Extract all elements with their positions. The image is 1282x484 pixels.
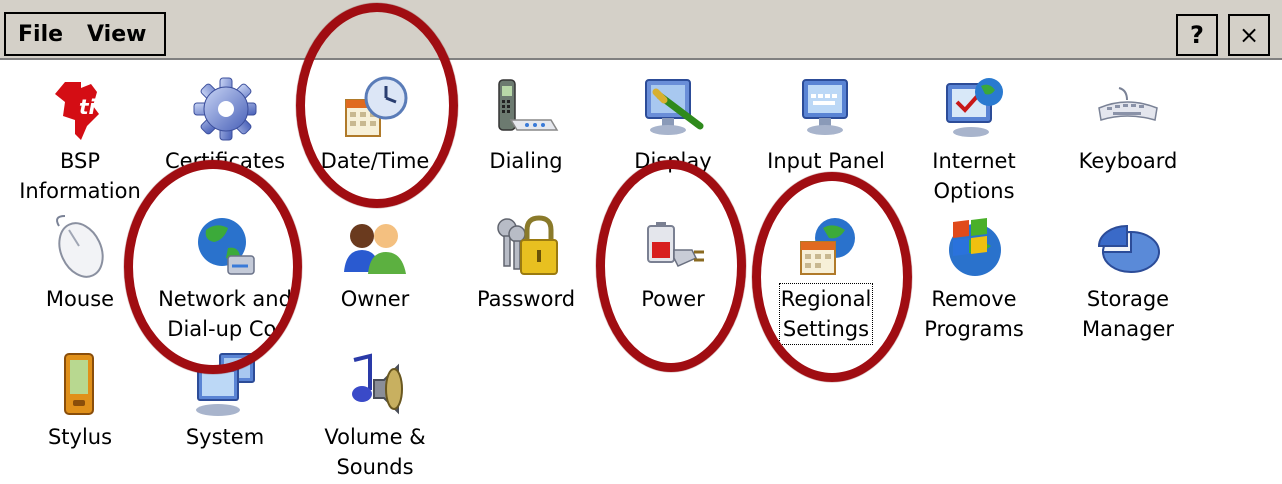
control-panel-item-keyboard[interactable]: Keyboard: [1053, 74, 1203, 176]
control-panel-item-storage-manager[interactable]: Storage Manager: [1053, 212, 1203, 344]
speaker-note-icon: [352, 353, 403, 415]
calendar-globe-icon: [800, 218, 855, 275]
monitor-brush-icon: [645, 79, 704, 135]
control-panel-item-owner[interactable]: Owner: [300, 212, 450, 314]
item-label: Stylus: [47, 425, 113, 449]
menu-view[interactable]: View: [75, 22, 158, 47]
control-panel-item-stylus[interactable]: Stylus: [5, 350, 155, 452]
item-label: Date/Time: [320, 149, 430, 173]
menu-file[interactable]: File: [6, 22, 75, 47]
control-panel-item-date-time[interactable]: Date/Time: [300, 74, 450, 176]
control-panel-item-internet-options[interactable]: Internet Options: [899, 74, 1049, 206]
control-panel-item-regional-settings[interactable]: Regional Settings: [751, 212, 901, 345]
item-label: Mouse: [45, 287, 115, 311]
item-label: Volume & Sounds: [324, 425, 426, 479]
item-label: BSP Information: [19, 149, 141, 203]
control-panel-item-power[interactable]: Power: [598, 212, 748, 314]
item-label: Keyboard: [1078, 149, 1178, 173]
control-panel-item-network-and-dial-up[interactable]: Network and Dial-up Co.: [150, 212, 300, 344]
control-panel-item-certificates[interactable]: Certificates: [150, 74, 300, 176]
control-panel-item-volume-sounds[interactable]: Volume & Sounds: [300, 350, 450, 482]
pda-icon: [64, 353, 94, 415]
control-panel-item-remove-programs[interactable]: Remove Programs: [899, 212, 1049, 344]
control-panel-item-bsp-information[interactable]: ti BSP Information: [5, 74, 155, 206]
item-label: Owner: [340, 287, 410, 311]
control-panel-item-mouse[interactable]: Mouse: [5, 212, 155, 314]
windows-logo-icon: [949, 218, 1001, 276]
close-button[interactable]: ×: [1228, 14, 1270, 56]
keyboard-icon: [1098, 87, 1158, 121]
menu-bar: File View ? ×: [0, 0, 1282, 60]
mouse-icon: [56, 215, 104, 278]
item-label: Dialing: [489, 149, 563, 173]
battery-plug-icon: [647, 222, 704, 267]
item-label: Password: [476, 287, 576, 311]
item-label: Remove Programs: [924, 287, 1024, 341]
control-panel-item-dialing[interactable]: Dialing: [451, 74, 601, 176]
globe-monitor-icon: [946, 78, 1003, 137]
item-label: Storage Manager: [1081, 287, 1175, 341]
control-panel-item-display[interactable]: Display: [598, 74, 748, 176]
control-panel-item-password[interactable]: Password: [451, 212, 601, 314]
gear-icon: [193, 77, 257, 141]
item-label: Network and Dial-up Co.: [158, 287, 292, 341]
users-icon: [344, 224, 406, 274]
network-globe-icon: [198, 218, 255, 275]
ti-logo-icon: ti: [55, 82, 99, 140]
svg-text:ti: ti: [79, 95, 97, 119]
help-button[interactable]: ?: [1176, 14, 1218, 56]
item-label: Certificates: [164, 149, 286, 173]
computers-icon: [196, 353, 255, 416]
control-panel-item-system[interactable]: System: [150, 350, 300, 452]
menu-container: File View: [4, 12, 166, 56]
item-label: Internet Options: [932, 149, 1016, 203]
item-label: System: [185, 425, 265, 449]
item-label: Power: [641, 287, 705, 311]
item-label: Regional Settings: [778, 283, 874, 345]
pie-icon: [1097, 224, 1160, 273]
item-label: Input Panel: [767, 149, 885, 173]
control-panel-item-input-panel[interactable]: Input Panel: [751, 74, 901, 176]
keyboard-monitor-icon: [802, 79, 848, 135]
padlock-keys-icon: [497, 215, 558, 275]
item-label: Display: [634, 149, 712, 173]
phone-modem-icon: [498, 79, 559, 131]
clock-calendar-icon: [345, 76, 408, 137]
